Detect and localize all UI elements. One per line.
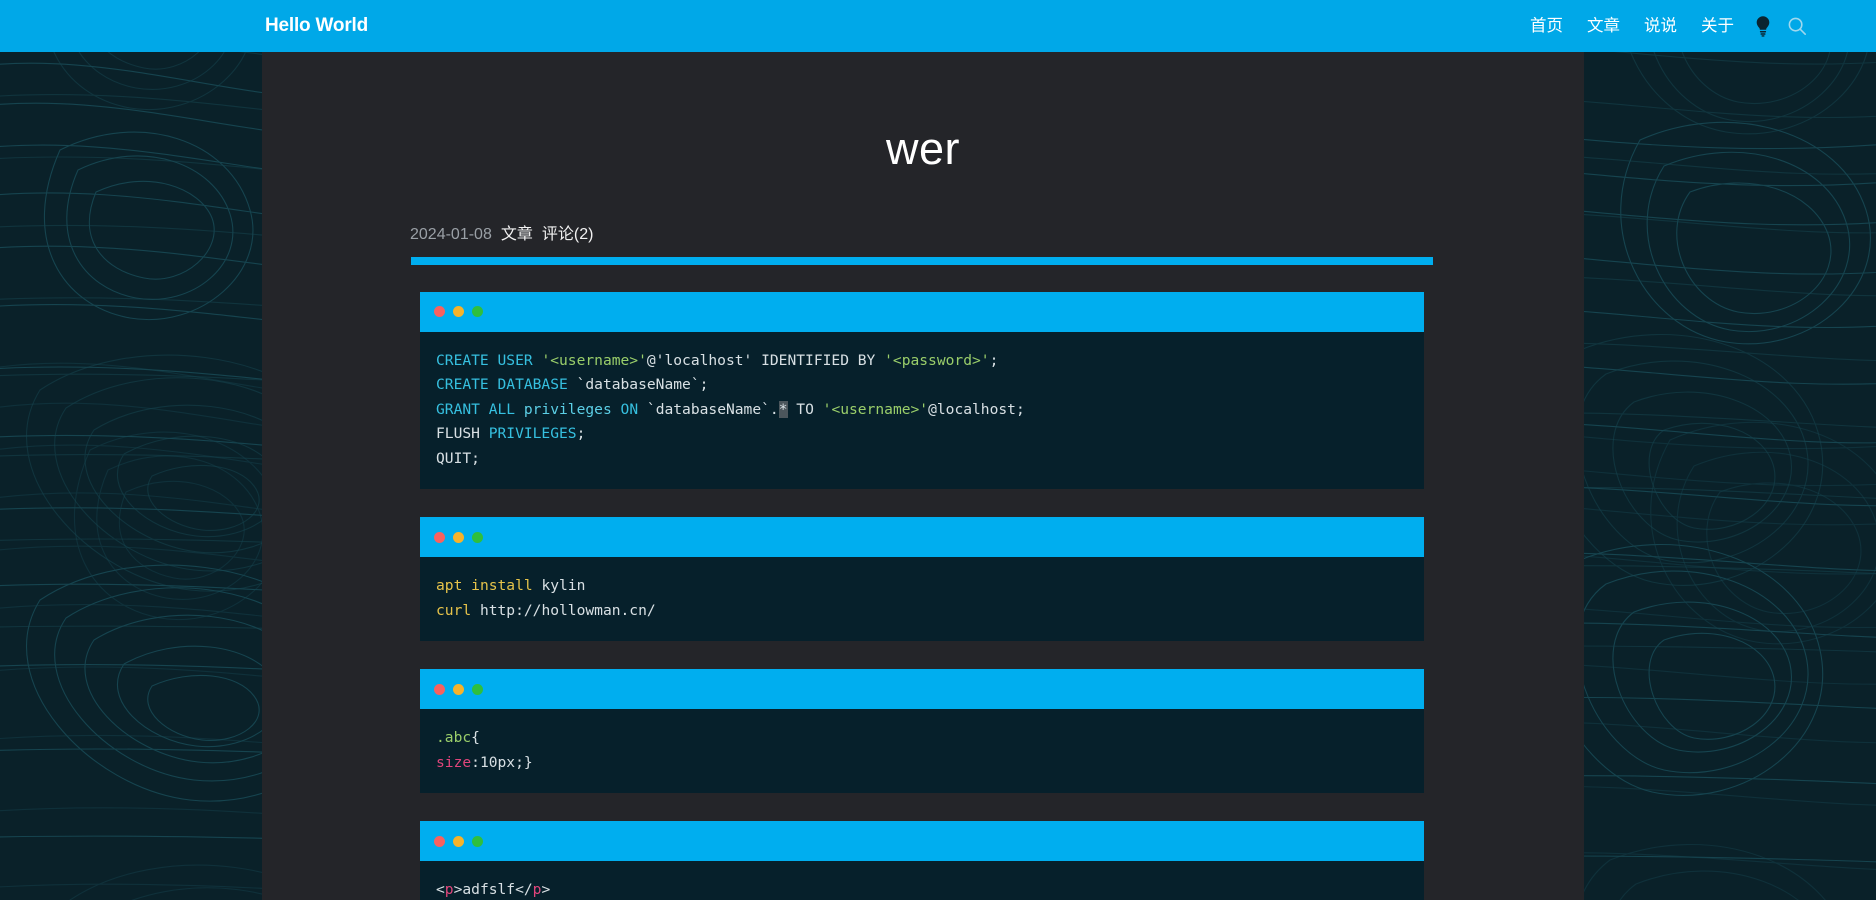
code-token: >	[541, 881, 551, 898]
code-line: size:10px;}	[436, 751, 1408, 776]
code-token: ;	[576, 425, 586, 442]
close-dot-icon[interactable]	[434, 306, 445, 317]
code-content[interactable]: <p>adfslf</p>	[420, 861, 1424, 900]
code-token: '<username>'	[541, 351, 647, 369]
code-token: curl	[436, 601, 472, 619]
code-token: apt	[436, 577, 463, 594]
code-token: @	[646, 351, 656, 369]
code-token: >adfslf</	[453, 881, 533, 898]
accent-divider	[411, 256, 1433, 265]
maximize-dot-icon[interactable]	[472, 835, 483, 847]
code-token: @localhost;	[928, 400, 1025, 418]
code-token: PRIVILEGES	[488, 425, 577, 442]
code-line: CREATE USER '<username>'@'localhost' IDE…	[436, 349, 1408, 374]
code-token: kylin	[532, 577, 586, 594]
code-titlebar	[420, 669, 1424, 709]
code-block-list: CREATE USER '<username>'@'localhost' IDE…	[420, 291, 1584, 900]
code-line: <p>adfslf</p>	[436, 878, 1408, 900]
code-line: CREATE DATABASE `databaseName`;	[436, 373, 1408, 398]
code-token: ;	[989, 351, 999, 369]
code-line: .abc{	[436, 726, 1408, 751]
close-dot-icon[interactable]	[434, 531, 445, 543]
code-titlebar	[420, 517, 1424, 557]
code-token: install	[471, 577, 533, 594]
code-block-html: <p>adfslf</p>	[420, 821, 1424, 900]
maximize-dot-icon[interactable]	[472, 531, 483, 543]
code-line: curl http://hollowman.cn/	[436, 599, 1408, 624]
code-titlebar	[420, 291, 1424, 332]
code-line: QUIT;	[436, 447, 1408, 472]
code-token: http://hollowman.cn/	[471, 601, 656, 619]
nav-item-about[interactable]: 关于	[1689, 0, 1746, 52]
page-title: wer	[885, 123, 960, 174]
code-titlebar	[420, 821, 1424, 861]
minimize-dot-icon[interactable]	[453, 531, 464, 543]
minimize-dot-icon[interactable]	[453, 835, 464, 847]
maximize-dot-icon[interactable]	[472, 306, 483, 317]
code-token: :10px;}	[471, 753, 533, 771]
code-line: FLUSH PRIVILEGES;	[436, 422, 1408, 447]
code-token: FLUSH	[436, 425, 489, 442]
code-token: CREATE DATABASE	[436, 376, 577, 393]
code-line: GRANT ALL privileges ON `databaseName`.*…	[436, 398, 1408, 423]
site-header: Hello World 首页 文章 说说 关于	[0, 0, 1876, 52]
content-panel: wer 2024-01-08 文章 评论(2) CREATE USER '<us…	[262, 52, 1584, 900]
code-token: '<password>'	[884, 351, 990, 369]
code-token: p	[444, 881, 454, 898]
code-token: size	[436, 753, 472, 771]
minimize-dot-icon[interactable]	[453, 683, 464, 695]
code-content[interactable]: CREATE USER '<username>'@'localhost' IDE…	[420, 332, 1424, 490]
code-content[interactable]: apt install kylin curl http://hollowman.c…	[420, 557, 1424, 641]
code-token: {	[471, 729, 480, 746]
code-token: .abc	[436, 729, 472, 746]
code-line: apt install kylin	[436, 574, 1408, 599]
lightbulb-icon[interactable]	[1746, 0, 1780, 52]
site-brand[interactable]: Hello World	[265, 15, 368, 37]
code-token: CREATE USER	[436, 351, 542, 369]
post-comments-count[interactable]: 评论(2)	[542, 220, 594, 244]
search-icon[interactable]	[1780, 0, 1814, 52]
code-content[interactable]: .abc{size:10px;}	[420, 709, 1424, 793]
code-token: '<username>'	[822, 400, 929, 418]
code-token: `databaseName`.	[646, 400, 779, 418]
code-block-css: .abc{size:10px;}	[420, 669, 1424, 793]
nav-item-articles[interactable]: 文章	[1575, 0, 1632, 52]
maximize-dot-icon[interactable]	[472, 683, 483, 695]
code-token: GRANT ALL	[436, 400, 524, 418]
code-token: *	[778, 400, 788, 418]
code-token: <	[436, 881, 445, 898]
code-token: IDENTIFIED BY	[752, 351, 885, 369]
code-token: 'localhost'	[655, 351, 753, 369]
close-dot-icon[interactable]	[434, 835, 445, 847]
post-category[interactable]: 文章	[501, 220, 533, 244]
code-token: `databaseName`;	[576, 376, 709, 393]
minimize-dot-icon[interactable]	[453, 306, 464, 317]
close-dot-icon[interactable]	[434, 683, 445, 695]
nav-item-talks[interactable]: 说说	[1632, 0, 1689, 52]
main-navigation: 首页 文章 说说 关于	[1518, 0, 1814, 52]
code-token: ON	[611, 400, 647, 418]
code-token: QUIT;	[436, 449, 480, 467]
code-token: privileges	[523, 400, 612, 418]
code-block-sql: CREATE USER '<username>'@'localhost' IDE…	[420, 291, 1424, 490]
nav-item-home[interactable]: 首页	[1518, 0, 1575, 52]
post-date: 2024-01-08	[410, 225, 492, 243]
post-meta: 2024-01-08 文章 评论(2)	[410, 220, 1584, 244]
code-token: TO	[787, 400, 823, 418]
code-block-shell: apt install kylin curl http://hollowman.c…	[420, 517, 1424, 641]
